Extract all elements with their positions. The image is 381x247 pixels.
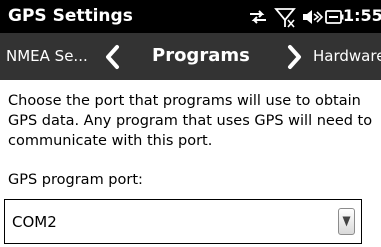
clock: 1:55: [343, 6, 381, 25]
gps-port-select[interactable]: COM2: [4, 199, 362, 244]
chevron-left-icon[interactable]: [103, 44, 121, 70]
tab-previous[interactable]: NMEA Se...: [6, 47, 88, 65]
no-signal-icon[interactable]: [274, 6, 296, 28]
status-bar: GPS Settings 1:55: [0, 0, 381, 33]
chevron-right-icon[interactable]: [286, 44, 304, 70]
port-label: GPS program port:: [8, 172, 143, 188]
battery-charging-icon[interactable]: [324, 6, 344, 28]
port-value: COM2: [12, 213, 57, 231]
volume-muted-icon[interactable]: [301, 6, 323, 28]
tab-current: Programs: [152, 45, 250, 66]
app-title: GPS Settings: [8, 6, 133, 26]
dropdown-button[interactable]: [338, 208, 355, 235]
chevron-down-icon: [342, 216, 351, 227]
tab-bar: NMEA Se... Programs Hardware: [0, 33, 381, 80]
description-text: Choose the port that programs will use t…: [8, 93, 373, 149]
data-sync-icon[interactable]: [247, 6, 269, 28]
tab-next[interactable]: Hardware: [313, 47, 381, 65]
